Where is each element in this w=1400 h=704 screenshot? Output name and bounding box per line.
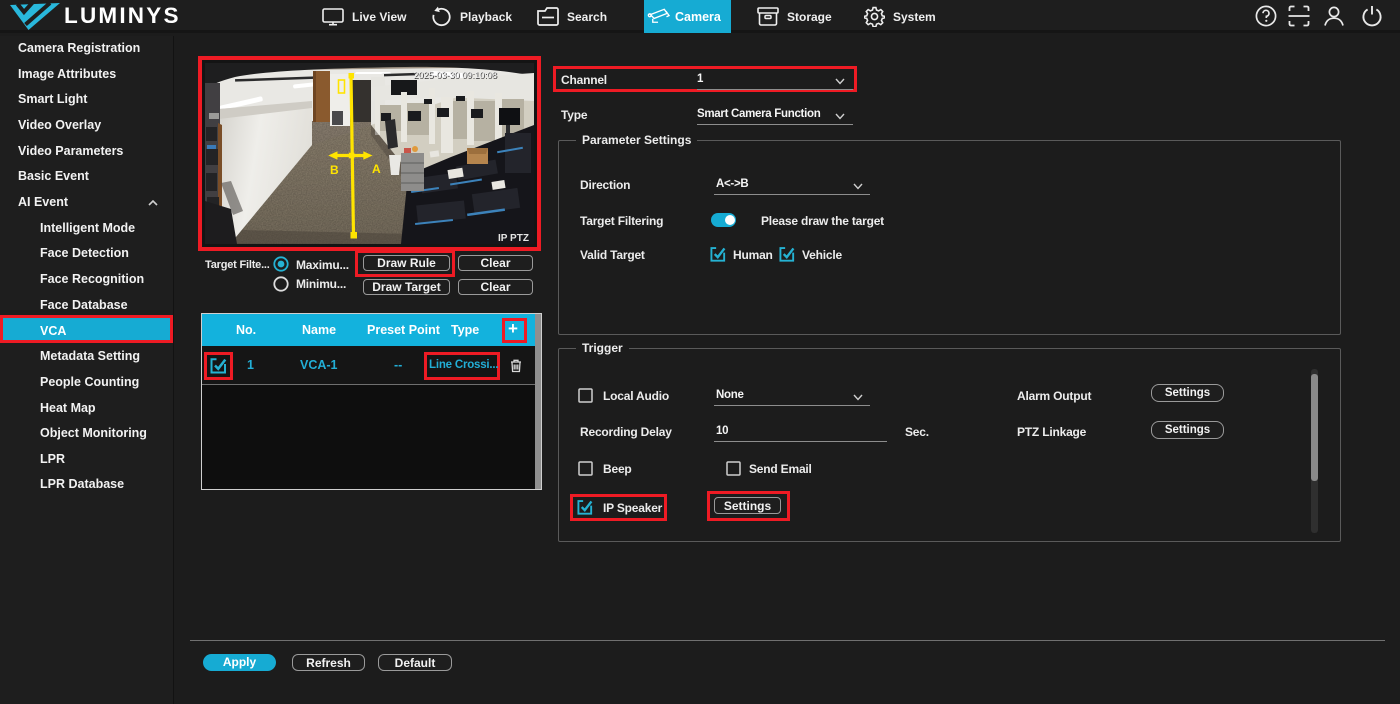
svg-text:IP PTZ: IP PTZ [498, 233, 529, 244]
svg-text:A: A [372, 162, 381, 176]
svg-text:2025-03-30 09:10:08: 2025-03-30 09:10:08 [413, 70, 497, 80]
svg-text:B: B [330, 163, 339, 177]
